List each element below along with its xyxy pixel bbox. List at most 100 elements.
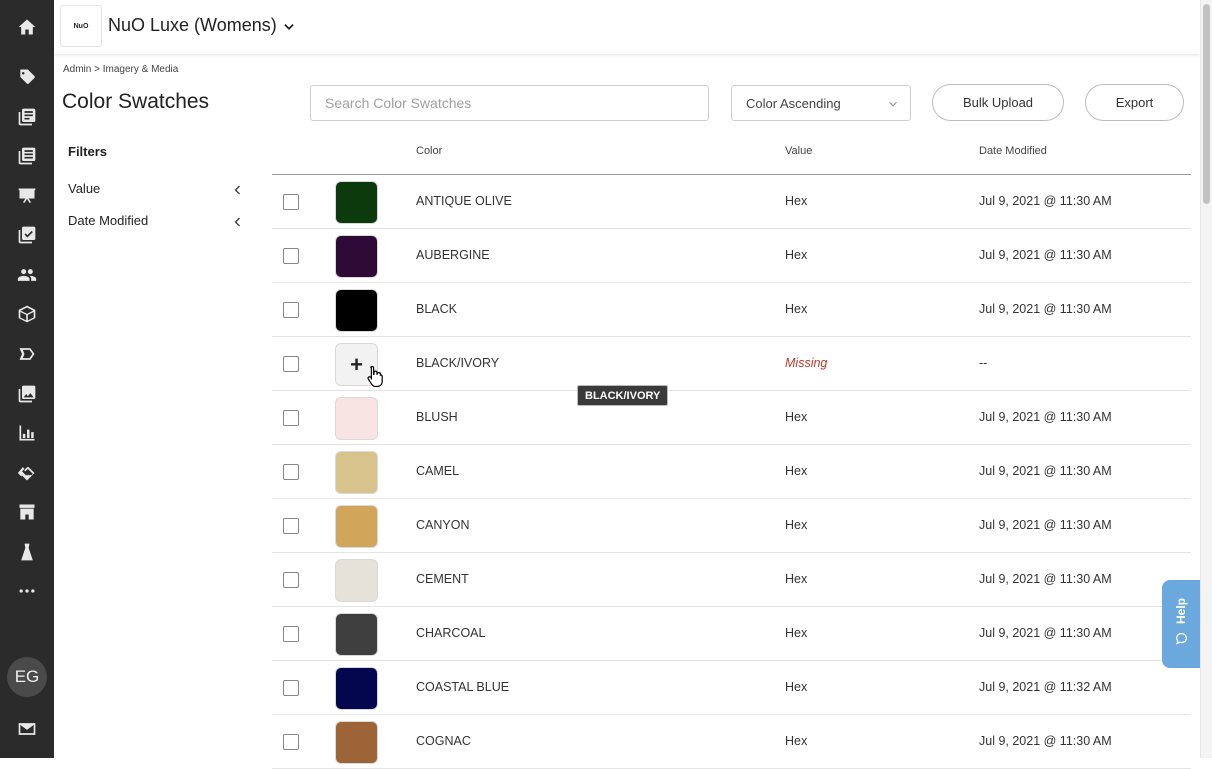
hand-cursor-icon: [367, 365, 383, 387]
table-row[interactable]: CAMEL Hex Jul 9, 2021 @ 11:30 AM: [272, 445, 1191, 499]
color-swatch[interactable]: [335, 397, 378, 440]
presentation-icon[interactable]: [0, 181, 54, 211]
breadcrumb[interactable]: Admin > Imagery & Media: [63, 64, 178, 75]
swatch-value: Hex: [785, 680, 808, 694]
column-header-date-modified[interactable]: Date Modified: [979, 145, 1047, 157]
swatch-value: Hex: [785, 410, 808, 424]
row-checkbox[interactable]: [283, 464, 299, 480]
help-label: Help: [1173, 597, 1188, 624]
sort-select-value: Color Ascending: [746, 95, 841, 111]
customers-icon[interactable]: [0, 260, 54, 290]
row-checkbox[interactable]: [283, 626, 299, 642]
chevron-left-icon: [234, 185, 240, 195]
table-row[interactable]: COGNAC Hex Jul 9, 2021 @ 11:30 AM: [272, 715, 1191, 769]
color-name: CHARCOAL: [416, 626, 486, 640]
table-row[interactable]: + BLACK/IVORY Missing --: [272, 337, 1191, 391]
column-header-value[interactable]: Value: [785, 145, 812, 157]
row-checkbox[interactable]: [283, 356, 299, 372]
filter-date-modified[interactable]: Date Modified: [68, 213, 248, 235]
handshake-icon[interactable]: [0, 458, 54, 488]
brand-logo: NuO: [60, 5, 102, 47]
left-nav-sidebar: EG: [0, 0, 54, 758]
tag-icon[interactable]: [0, 62, 54, 92]
color-swatch[interactable]: [335, 559, 378, 602]
date-modified: Jul 9, 2021 @ 11:30 AM: [979, 572, 1112, 586]
orders-check-icon[interactable]: [0, 220, 54, 250]
storefront-icon[interactable]: [0, 497, 54, 527]
table-row[interactable]: BLUSH Hex Jul 9, 2021 @ 11:30 AM: [272, 391, 1191, 445]
messages-icon[interactable]: [0, 714, 54, 744]
row-checkbox[interactable]: [283, 248, 299, 264]
table-row[interactable]: CANYON Hex Jul 9, 2021 @ 11:30 AM: [272, 499, 1191, 553]
table-row[interactable]: CEMENT Hex Jul 9, 2021 @ 11:30 AM: [272, 553, 1191, 607]
page-scrollbar[interactable]: [1200, 0, 1212, 758]
filters-title: Filters: [68, 144, 108, 159]
chevron-left-icon: [234, 217, 240, 227]
dress-icon[interactable]: [0, 537, 54, 567]
swatch-value: Hex: [785, 734, 808, 748]
color-swatch[interactable]: [335, 505, 378, 548]
color-swatch[interactable]: [335, 451, 378, 494]
row-checkbox[interactable]: [283, 680, 299, 696]
color-name: CANYON: [416, 518, 470, 532]
table-row[interactable]: ANTIQUE OLIVE Hex Jul 9, 2021 @ 11:30 AM: [272, 175, 1191, 229]
row-checkbox[interactable]: [283, 734, 299, 750]
color-swatch[interactable]: [335, 181, 378, 224]
swatch-tooltip: BLACK/IVORY: [577, 385, 669, 406]
date-modified: Jul 9, 2021 @ 11:30 AM: [979, 464, 1112, 478]
color-name: COGNAC: [416, 734, 471, 748]
table-row[interactable]: AUBERGINE Hex Jul 9, 2021 @ 11:30 AM: [272, 229, 1191, 283]
date-modified: Jul 9, 2021 @ 11:32 AM: [979, 680, 1112, 694]
imagery-icon[interactable]: [0, 379, 54, 409]
table-header: Color Value Date Modified: [272, 140, 1191, 175]
table-row[interactable]: CHARCOAL Hex Jul 9, 2021 @ 11:30 AM: [272, 607, 1191, 661]
linesheet-icon[interactable]: [0, 141, 54, 171]
chat-bubble-icon: [1175, 632, 1187, 644]
swatch-value: Hex: [785, 464, 808, 478]
color-swatch[interactable]: [335, 289, 378, 332]
row-checkbox[interactable]: [283, 518, 299, 534]
chevron-down-icon[interactable]: [282, 20, 296, 34]
swatch-value: Hex: [785, 302, 808, 316]
color-swatch[interactable]: [335, 667, 378, 710]
row-checkbox[interactable]: [283, 194, 299, 210]
swatch-value: Hex: [785, 248, 808, 262]
plus-icon: +: [350, 351, 363, 377]
table-row[interactable]: COASTAL BLUE Hex Jul 9, 2021 @ 11:32 AM: [272, 661, 1191, 715]
row-checkbox[interactable]: [283, 302, 299, 318]
more-dots-icon[interactable]: [0, 576, 54, 606]
date-modified: Jul 9, 2021 @ 11:30 AM: [979, 734, 1112, 748]
row-checkbox[interactable]: [283, 410, 299, 426]
color-name: CEMENT: [416, 572, 469, 586]
color-name: BLUSH: [416, 410, 458, 424]
home-icon[interactable]: [0, 12, 54, 42]
brand-switcher[interactable]: NuO Luxe (Womens): [108, 15, 277, 36]
export-button[interactable]: Export: [1085, 84, 1184, 121]
color-swatch[interactable]: [335, 235, 378, 278]
catalog-icon[interactable]: [0, 102, 54, 132]
date-modified: Jul 9, 2021 @ 11:30 AM: [979, 518, 1112, 532]
column-header-color[interactable]: Color: [416, 145, 442, 157]
reports-chart-icon[interactable]: [0, 418, 54, 448]
user-avatar[interactable]: EG: [7, 657, 47, 697]
swatch-value: Hex: [785, 518, 808, 532]
row-checkbox[interactable]: [283, 572, 299, 588]
bulk-upload-button[interactable]: Bulk Upload: [932, 84, 1064, 121]
help-button[interactable]: Help: [1162, 580, 1200, 668]
color-name: CAMEL: [416, 464, 460, 478]
date-modified: Jul 9, 2021 @ 11:30 AM: [979, 248, 1112, 262]
date-modified: Jul 9, 2021 @ 11:30 AM: [979, 410, 1112, 424]
scroll-thumb[interactable]: [1203, 4, 1210, 204]
chevron-down-icon: [889, 101, 897, 107]
brand-logo-text: NuO: [73, 22, 89, 30]
color-swatch[interactable]: [335, 613, 378, 656]
sort-select[interactable]: Color Ascending: [731, 85, 911, 121]
inventory-box-icon[interactable]: [0, 299, 54, 329]
search-input[interactable]: [310, 85, 709, 121]
filter-value[interactable]: Value: [68, 181, 248, 203]
filter-label: Date Modified: [68, 213, 149, 228]
swatch-value: Hex: [785, 194, 808, 208]
promotions-icon[interactable]: [0, 339, 54, 369]
color-name: BLACK: [416, 302, 457, 316]
table-row[interactable]: BLACK Hex Jul 9, 2021 @ 11:30 AM: [272, 283, 1191, 337]
